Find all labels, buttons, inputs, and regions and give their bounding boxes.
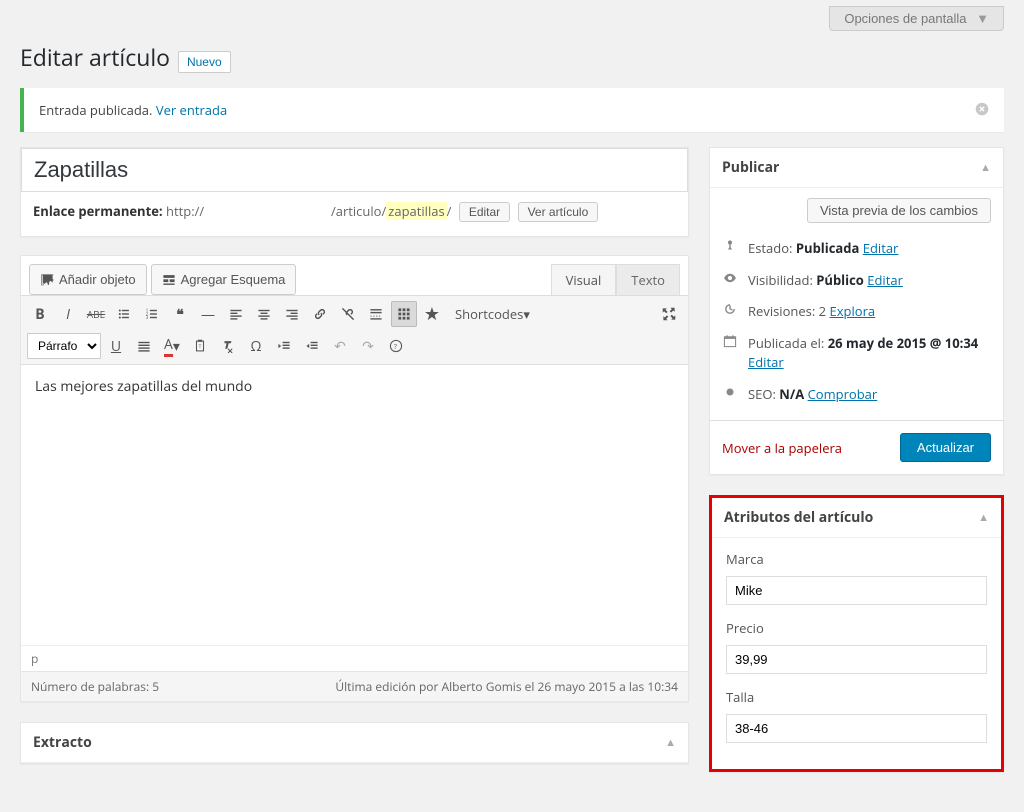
permalink-prefix: http:// [166,202,204,220]
help-button[interactable]: ? [383,333,409,359]
paragraph-format-select[interactable]: Párrafo [27,333,101,359]
edit-date-link[interactable]: Editar [748,353,784,371]
permalink-slug: zapatillas [386,202,446,220]
edit-slug-button[interactable]: Editar [459,202,510,222]
word-count-value: 5 [152,678,159,695]
blockquote-button[interactable]: ❝ [167,301,193,327]
attr-label-precio: Precio [726,619,987,637]
permalink-suffix: / [447,202,452,220]
redo-button[interactable]: ↷ [355,333,381,359]
attr-label-marca: Marca [726,550,987,568]
attributes-box: Atributos del artículo ▲ Marca Precio Ta… [709,495,1004,772]
excerpt-box-header[interactable]: Extracto ▲ [21,723,688,763]
preview-changes-button[interactable]: Vista previa de los cambios [807,198,991,223]
toolbar-toggle-button[interactable] [391,301,417,327]
strikethrough-button[interactable]: ABE [83,301,109,327]
edit-status-link[interactable]: Editar [863,239,899,257]
collapse-icon: ▲ [978,510,989,525]
attr-input-marca[interactable] [726,576,987,605]
align-left-button[interactable] [223,301,249,327]
italic-button[interactable]: I [55,301,81,327]
bold-button[interactable]: B [27,301,53,327]
shortcodes-dropdown[interactable]: Shortcodes ▾ [447,301,538,327]
browse-revisions-link[interactable]: Explora [830,302,876,320]
seo-check-link[interactable]: Comprobar [808,385,878,403]
undo-button[interactable]: ↶ [327,333,353,359]
collapse-icon: ▲ [980,160,991,175]
close-icon [975,102,989,116]
chevron-down-icon: ▼ [976,11,989,26]
underline-button[interactable]: U [103,333,129,359]
justify-button[interactable] [131,333,157,359]
paste-text-button[interactable]: T [187,333,213,359]
add-schema-button[interactable]: Agregar Esquema [151,264,297,295]
svg-text:?: ? [394,343,397,352]
media-icon [40,273,54,287]
screen-options-toggle[interactable]: Opciones de pantalla ▼ [829,6,1004,31]
attributes-box-title: Atributos del artículo [724,508,873,527]
attr-input-talla[interactable] [726,714,987,743]
content-text: Las mejores zapatillas del mundo [35,377,252,396]
post-title-input[interactable] [21,148,688,192]
svg-text:3: 3 [146,316,149,321]
tab-visual[interactable]: Visual [551,264,617,295]
view-post-link[interactable]: Ver entrada [156,101,227,119]
add-new-button[interactable]: Nuevo [178,51,231,73]
align-center-button[interactable] [251,301,277,327]
last-edit-info: Última edición por Alberto Gomis el 26 m… [335,678,678,695]
attr-label-talla: Talla [726,688,987,706]
seo-dot-icon [722,385,738,399]
view-article-button[interactable]: Ver artículo [518,202,599,222]
align-right-button[interactable] [279,301,305,327]
unlink-button[interactable] [335,301,361,327]
add-media-button[interactable]: Añadir objeto [29,264,147,295]
outdent-button[interactable] [271,333,297,359]
numbered-list-button[interactable]: 123 [139,301,165,327]
read-more-button[interactable] [363,301,389,327]
published-notice: Entrada publicada. Ver entrada [20,88,1004,132]
schema-icon [162,273,176,287]
permalink-row: Enlace permanente: http:// /articulo/zap… [21,192,688,236]
content-editor[interactable]: Las mejores zapatillas del mundo [21,365,688,645]
permalink-mid: /articulo/ [331,202,386,220]
move-to-trash-link[interactable]: Mover a la papelera [722,439,842,457]
star-button[interactable]: ★ [419,301,445,327]
edit-visibility-link[interactable]: Editar [867,271,903,289]
attributes-box-header[interactable]: Atributos del artículo ▲ [712,498,1001,538]
pin-icon [722,239,738,253]
dismiss-notice-button[interactable] [975,99,989,121]
update-button[interactable]: Actualizar [900,433,991,462]
clear-formatting-button[interactable] [215,333,241,359]
page-title: Editar artículo [20,41,170,73]
svg-text:T: T [199,344,202,350]
publish-box-title: Publicar [722,158,779,177]
notice-text: Entrada publicada. [39,101,152,119]
editor-toolbar: B I ABE 123 ❝ — ★ [21,295,688,365]
hr-button[interactable]: — [195,301,221,327]
calendar-icon [722,334,738,348]
excerpt-title: Extracto [33,733,92,752]
attr-input-precio[interactable] [726,645,987,674]
screen-options-label: Opciones de pantalla [844,11,966,26]
tab-text[interactable]: Texto [616,264,680,295]
permalink-label: Enlace permanente: [33,202,163,220]
bulleted-list-button[interactable] [111,301,137,327]
indent-button[interactable] [299,333,325,359]
fullscreen-button[interactable] [656,301,682,327]
editor-status-path: p [21,645,688,671]
link-button[interactable] [307,301,333,327]
special-char-button[interactable]: Ω [243,333,269,359]
publish-box-header[interactable]: Publicar ▲ [710,148,1003,188]
collapse-icon: ▲ [665,735,676,750]
eye-icon [722,271,738,285]
word-count-label: Número de palabras: [31,678,149,695]
revisions-icon [722,302,738,316]
publish-box: Publicar ▲ Vista previa de los cambios E… [709,147,1004,475]
text-color-button[interactable]: A ▾ [159,333,185,359]
